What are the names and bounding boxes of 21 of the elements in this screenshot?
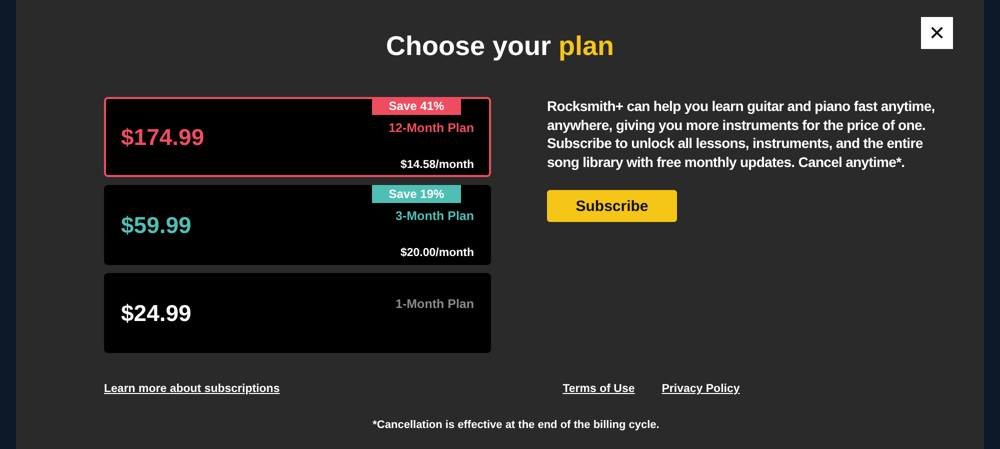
plan-card[interactable]: Save 41% $174.99 12-Month Plan $14.58/month — [104, 97, 491, 177]
plan-price: $24.99 — [121, 300, 192, 326]
plan-price: $174.99 — [121, 124, 204, 150]
subscribe-button[interactable]: Subscribe — [547, 190, 677, 222]
plan-card[interactable]: $24.99 1-Month Plan — [104, 273, 491, 353]
plan-card[interactable]: Save 19% $59.99 3-Month Plan $20.00/month — [104, 185, 491, 265]
cancellation-note: *Cancellation is effective at the end of the billing cycle. — [372, 419, 660, 431]
terms-link[interactable]: Terms of Use — [562, 383, 635, 397]
plan-name: 3-Month Plan — [396, 209, 474, 223]
monthly-price: $20.00/month — [400, 247, 474, 259]
monthly-price: $14.58/month — [400, 159, 474, 171]
dialog-title: Choose your plan — [386, 30, 614, 63]
save-badge: Save 19% — [372, 185, 461, 203]
plan-description: Rocksmith+ can help you learn guitar and piano fast anytime, anywhere, giving you more instruments for the price of one. Subscribe to unlock all lessons, instruments, and the entire song library with free monthly updates. Cancel anytime*. — [547, 97, 936, 171]
save-badge: Save 41% — [372, 97, 461, 115]
plan-name: 1-Month Plan — [396, 297, 474, 311]
learn-more-link[interactable]: Learn more about subscriptions — [104, 383, 280, 397]
close-button[interactable]: ✕ — [921, 17, 953, 49]
privacy-link[interactable]: Privacy Policy — [662, 383, 740, 397]
plan-name: 12-Month Plan — [388, 121, 474, 135]
plan-price: $59.99 — [121, 212, 192, 238]
